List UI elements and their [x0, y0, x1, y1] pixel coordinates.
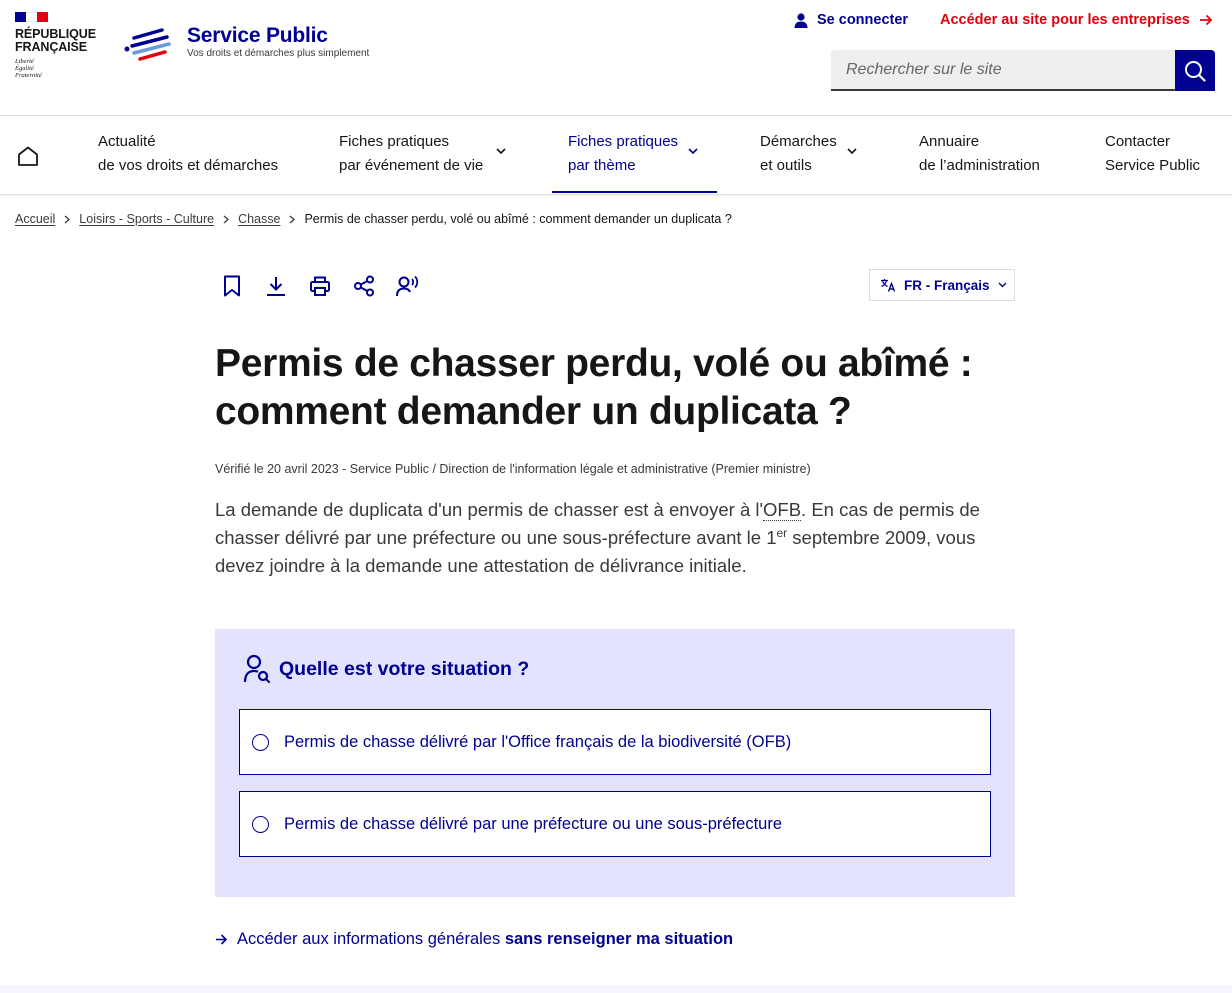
login-link[interactable]: Se connecter [794, 10, 908, 30]
chevron-right-icon [223, 215, 230, 224]
chevron-down-icon [847, 148, 857, 155]
situation-choice-ofb[interactable]: Permis de chasse délivré par l'Office fr… [239, 709, 991, 775]
arrow-right-icon [1199, 14, 1213, 26]
chevron-down-icon [496, 148, 506, 155]
verification-date: Vérifié le 20 avril 2023 - Service Publi… [215, 462, 811, 476]
user-icon [794, 12, 808, 28]
print-icon [310, 276, 330, 296]
nav-item-demarches[interactable]: Démarches et outils [760, 130, 860, 178]
breadcrumb-loisirs[interactable]: Loisirs - Sports - Culture [79, 212, 214, 226]
breadcrumb-current: Permis de chasser perdu, volé ou abîmé :… [304, 212, 732, 226]
republic-name: RÉPUBLIQUE FRANÇAISE [15, 27, 96, 54]
nav-item-evenement-de-vie[interactable]: Fiches pratiques par événement de vie [339, 130, 509, 178]
chevron-down-icon [998, 282, 1007, 288]
search-icon [1185, 60, 1206, 82]
intro-paragraph: La demande de duplicata d'un permis de c… [215, 499, 980, 576]
share-button[interactable] [352, 274, 376, 298]
search-button[interactable] [1175, 50, 1215, 91]
language-selector[interactable]: FR - Français [869, 269, 1015, 301]
download-icon [267, 277, 285, 296]
download-button[interactable] [264, 274, 288, 298]
radio-button[interactable] [252, 733, 269, 751]
user-search-icon [243, 654, 271, 684]
choice-label: Permis de chasse délivré par une préfect… [284, 814, 783, 833]
enterprise-site-label: Accéder au site pour les entreprises [940, 12, 1190, 28]
service-public-logo-icon[interactable] [124, 26, 174, 64]
enterprise-site-link[interactable]: Accéder au site pour les entreprises [940, 10, 1213, 30]
situation-selector: Quelle est votre situation ? Permis de c… [215, 629, 1015, 897]
chevron-down-icon [688, 148, 698, 155]
site-title[interactable]: Service Public [187, 24, 328, 48]
chevron-right-icon [289, 215, 296, 224]
marianne-flag-icon [15, 12, 48, 22]
situation-header: Quelle est votre situation ? [243, 654, 529, 684]
nav-item-contact[interactable]: Contacter Service Public [1105, 130, 1200, 178]
republique-francaise-logo[interactable]: RÉPUBLIQUE FRANÇAISE Liberté Égalité Fra… [15, 12, 96, 79]
main-navigation: Actualité de vos droits et démarches Fic… [0, 116, 1232, 195]
bookmark-icon [224, 275, 240, 297]
republic-motto: Liberté Égalité Fraternité [15, 58, 42, 79]
print-button[interactable] [308, 274, 332, 298]
search-bar [831, 50, 1215, 91]
language-label: FR - Français [904, 277, 990, 293]
breadcrumb: Accueil Loisirs - Sports - Culture Chass… [15, 212, 732, 226]
general-info-link[interactable]: Accéder aux informations générales sans … [215, 930, 733, 949]
translate-icon [881, 279, 896, 292]
site-tagline: Vos droits et démarches plus simplement [187, 48, 370, 59]
page-bottom-band [0, 985, 1232, 993]
situation-choice-prefecture[interactable]: Permis de chasse délivré par une préfect… [239, 791, 991, 857]
breadcrumb-home[interactable]: Accueil [15, 212, 55, 226]
arrow-right-icon [216, 934, 228, 945]
listen-button[interactable] [396, 274, 420, 298]
general-info-label: Accéder aux informations générales sans … [237, 930, 734, 948]
home-icon[interactable] [16, 144, 40, 168]
login-label: Se connecter [817, 12, 909, 28]
breadcrumb-chasse[interactable]: Chasse [238, 212, 280, 226]
share-icon [354, 275, 374, 297]
active-nav-indicator [552, 191, 717, 193]
search-input[interactable] [831, 50, 1175, 91]
page-toolbar [220, 274, 420, 298]
nav-item-par-theme[interactable]: Fiches pratiques par thème [568, 130, 700, 178]
ofb-abbreviation[interactable]: OFB [763, 499, 802, 521]
radio-button[interactable] [252, 815, 269, 833]
bookmark-button[interactable] [220, 274, 244, 298]
nav-item-actualite[interactable]: Actualité de vos droits et démarches [98, 130, 278, 178]
chevron-right-icon [64, 215, 71, 224]
nav-item-annuaire[interactable]: Annuaire de l’administration [919, 130, 1040, 178]
text-to-speech-icon [396, 275, 419, 297]
page-title: Permis de chasser perdu, volé ou abîmé :… [215, 342, 973, 433]
site-header: RÉPUBLIQUE FRANÇAISE Liberté Égalité Fra… [0, 0, 1232, 116]
situation-title: Quelle est votre situation ? [279, 657, 530, 680]
choice-label: Permis de chasse délivré par l'Office fr… [284, 732, 792, 751]
